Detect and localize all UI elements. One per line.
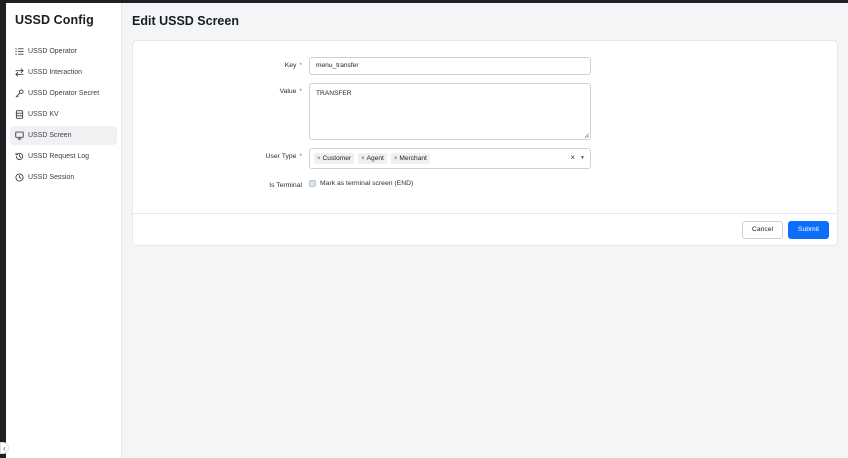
tag-remove-icon[interactable]: × xyxy=(361,156,365,162)
key-row: Key * menu_transfer xyxy=(133,57,837,75)
chevron-down-icon[interactable]: ▼ xyxy=(580,155,585,161)
value-label: Value * xyxy=(133,83,309,95)
sidebar-item-label: USSD Interaction xyxy=(27,69,83,76)
user-type-row: User Type * × Customer × Agent × Merchan… xyxy=(133,148,837,169)
key-label-text: Key xyxy=(284,62,297,69)
resize-handle-icon[interactable] xyxy=(584,133,589,138)
submit-button[interactable]: Submit xyxy=(788,220,829,239)
required-mark: * xyxy=(299,153,302,160)
key-label: Key * xyxy=(133,57,309,69)
value-text: TRANSFER xyxy=(316,90,352,97)
tag-label: Customer xyxy=(322,155,352,162)
sidebar-item-ussd-session[interactable]: USSD Session xyxy=(10,168,117,187)
value-row: Value * TRANSFER xyxy=(133,83,837,140)
sidebar-item-ussd-operator-secret[interactable]: USSD Operator Secret xyxy=(10,84,117,103)
required-mark: * xyxy=(299,62,302,69)
key-input[interactable]: menu_transfer xyxy=(309,57,591,75)
page-title: Edit USSD Screen xyxy=(132,14,239,28)
sidebar-item-ussd-request-log[interactable]: USSD Request Log xyxy=(10,147,117,166)
main-content: Edit USSD Screen Key * menu_transfer Val… xyxy=(122,3,848,458)
user-type-tag-customer: × Customer xyxy=(314,153,355,164)
edit-form-card: Key * menu_transfer Value * TRANSFER Use… xyxy=(132,40,838,246)
sidebar-item-label: USSD Session xyxy=(27,174,75,181)
is-terminal-label: Is Terminal xyxy=(269,182,302,189)
chevron-left-icon: ‹ xyxy=(3,443,6,453)
tag-label: Merchant xyxy=(399,155,427,162)
user-type-tag-agent: × Agent xyxy=(358,153,387,164)
database-icon xyxy=(15,110,24,119)
sidebar-item-label: USSD Screen xyxy=(27,132,72,139)
required-mark: * xyxy=(299,88,302,95)
sidebar-item-ussd-operator[interactable]: USSD Operator xyxy=(10,42,117,61)
tag-remove-icon[interactable]: × xyxy=(317,156,321,162)
user-type-label-text: User Type xyxy=(265,153,297,160)
user-type-multiselect[interactable]: × Customer × Agent × Merchant × ▼ xyxy=(309,148,591,169)
tag-remove-icon[interactable]: × xyxy=(394,156,398,162)
is-terminal-row: Is Terminal Mark as terminal screen (END… xyxy=(133,177,837,189)
app-window: ‹ USSD Config USSD Operator USSD Interac… xyxy=(0,3,848,458)
sidebar: USSD Config USSD Operator USSD Interacti… xyxy=(5,3,122,458)
clock-icon xyxy=(15,173,24,182)
tag-label: Agent xyxy=(366,155,384,162)
clear-selection-icon[interactable]: × xyxy=(570,153,575,162)
sidebar-item-ussd-kv[interactable]: USSD KV xyxy=(10,105,117,124)
sidebar-item-label: USSD KV xyxy=(27,111,59,118)
sidebar-item-ussd-screen[interactable]: USSD Screen xyxy=(9,126,117,145)
left-edge-strip: ‹ xyxy=(0,3,9,458)
sidebar-item-ussd-interaction[interactable]: USSD Interaction xyxy=(10,63,117,82)
value-label-text: Value xyxy=(279,88,297,95)
user-type-tag-merchant: × Merchant xyxy=(390,153,430,164)
form-footer: Cancel Submit xyxy=(133,213,837,245)
list-icon xyxy=(15,47,24,56)
edit-form: Key * menu_transfer Value * TRANSFER Use… xyxy=(133,41,837,213)
sidebar-item-label: USSD Operator Secret xyxy=(27,90,100,97)
key-icon xyxy=(15,89,24,98)
monitor-icon xyxy=(15,131,24,140)
user-type-label: User Type * xyxy=(133,148,309,160)
sidebar-item-label: USSD Request Log xyxy=(27,153,90,160)
is-terminal-checkbox-group[interactable]: Mark as terminal screen (END) xyxy=(309,177,591,187)
is-terminal-checkbox-label[interactable]: Mark as terminal screen (END) xyxy=(320,180,413,187)
value-textarea[interactable]: TRANSFER xyxy=(309,83,591,140)
app-title: USSD Config xyxy=(14,13,94,27)
cancel-button[interactable]: Cancel xyxy=(742,220,783,239)
is-terminal-checkbox[interactable] xyxy=(309,180,316,187)
sidebar-item-label: USSD Operator xyxy=(27,48,77,55)
history-icon xyxy=(15,152,24,161)
arrows-exchange-icon xyxy=(15,68,24,77)
